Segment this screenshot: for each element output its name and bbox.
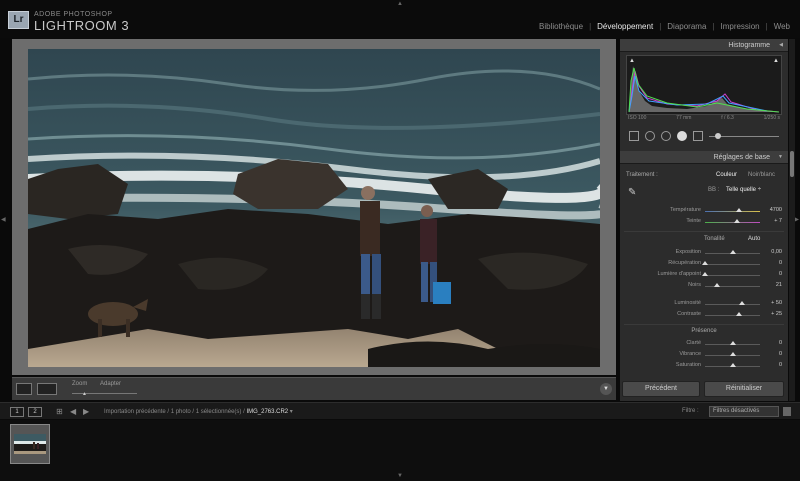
right-panel: Histogramme ◀ ▲ ▲ ISO 100 77 mm f / 6.3 … xyxy=(620,39,788,401)
slider-brightness[interactable]: Luminosité + 50 xyxy=(620,299,788,309)
white-balance-label: BB : xyxy=(708,187,720,193)
histogram-header[interactable]: Histogramme ◀ xyxy=(620,39,788,52)
zoom-slider-knob-icon[interactable]: ▲ xyxy=(82,391,87,397)
bottom-panel-toggle-icon[interactable]: ▼ xyxy=(397,473,403,479)
expand-triangle-icon: ▼ xyxy=(778,154,783,160)
thumbnail-image xyxy=(14,434,46,454)
collapse-triangle-icon: ◀ xyxy=(779,42,783,48)
before-after-view-button[interactable] xyxy=(37,383,57,395)
second-window-button[interactable]: 2 xyxy=(28,407,42,417)
treatment-bw-option[interactable]: Noir/blanc xyxy=(748,172,775,178)
reset-button[interactable]: Réinitialiser xyxy=(704,381,784,397)
module-slideshow[interactable]: Diaporama xyxy=(665,22,708,31)
tool-slider[interactable] xyxy=(709,132,779,139)
top-bar: ▲ Lr ADOBE PHOTOSHOP LIGHTROOM 3 Bibliot… xyxy=(0,0,800,38)
filmstrip-thumbnail[interactable] xyxy=(10,424,50,464)
lock-icon[interactable] xyxy=(783,407,791,416)
main-window-button[interactable]: 1 xyxy=(10,407,24,417)
crop-tool-icon[interactable] xyxy=(629,131,639,141)
left-panel-toggle-icon[interactable]: ◀ xyxy=(1,216,6,223)
scrollbar-thumb[interactable] xyxy=(790,151,794,177)
lightroom-logo: Lr xyxy=(8,11,29,29)
filename: IMG_2763.CR2 xyxy=(246,409,289,415)
previous-button[interactable]: Précédent xyxy=(622,381,700,397)
red-eye-tool-icon[interactable] xyxy=(661,131,671,141)
module-picker: Bibliothèque | Développement | Diaporama… xyxy=(537,22,792,31)
slider-fill-light[interactable]: Lumière d'appoint 0 xyxy=(620,270,788,280)
treatment-color-option[interactable]: Couleur xyxy=(716,172,737,178)
shadow-clipping-icon[interactable]: ▲ xyxy=(629,58,635,64)
slider-exposure[interactable]: Exposition 0,00 xyxy=(620,248,788,258)
slider-vibrance[interactable]: Vibrance 0 xyxy=(620,350,788,360)
module-library[interactable]: Bibliothèque xyxy=(537,22,585,31)
brand-small: ADOBE PHOTOSHOP xyxy=(34,11,113,18)
slider-clarity[interactable]: Clarté 0 xyxy=(620,339,788,349)
forward-arrow-icon[interactable]: ▶ xyxy=(83,407,89,416)
filmstrip-bar: 1 2 ⊞ ◀ ▶ Importation précédente / 1 pho… xyxy=(0,402,800,419)
slider-temperature[interactable]: Température 4700 xyxy=(620,206,788,216)
breadcrumb[interactable]: Importation précédente / 1 photo / 1 sél… xyxy=(104,408,293,415)
filter-select[interactable]: Filtres désactivés xyxy=(709,406,779,417)
toolbar-menu-icon[interactable]: ▼ xyxy=(600,383,612,395)
module-develop[interactable]: Développement xyxy=(595,22,655,31)
zoom-label: Zoom xyxy=(72,381,88,387)
slider-recovery[interactable]: Récupération 0 xyxy=(620,259,788,269)
spot-removal-tool-icon[interactable] xyxy=(645,131,655,141)
right-panel-toggle-icon[interactable]: ▶ xyxy=(794,216,799,223)
filter-label: Filtre : xyxy=(682,408,699,414)
photo-preview xyxy=(28,49,600,367)
brand-title: LIGHTROOM 3 xyxy=(34,18,130,33)
tone-section-label: Tonalité xyxy=(704,236,725,242)
auto-tone-button[interactable]: Auto xyxy=(748,236,760,242)
histogram: ▲ ▲ xyxy=(626,55,782,115)
right-panel-scrollbar[interactable] xyxy=(789,39,795,401)
white-balance-select[interactable]: Telle quelle ÷ xyxy=(726,187,761,193)
slider-saturation[interactable]: Saturation 0 xyxy=(620,361,788,371)
white-balance-eyedropper-icon[interactable]: ✎ xyxy=(628,187,636,198)
zoom-fit-value[interactable]: Adapter xyxy=(100,381,121,387)
slider-blacks[interactable]: Noirs 21 xyxy=(620,281,788,291)
filmstrip xyxy=(0,420,800,481)
back-arrow-icon[interactable]: ◀ xyxy=(70,407,76,416)
treatment-label: Traitement : xyxy=(626,172,658,178)
exif-info: ISO 100 77 mm f / 6.3 1/250 s xyxy=(628,115,780,121)
top-panel-toggle-icon[interactable]: ▲ xyxy=(397,1,403,7)
image-toolbar: Zoom Adapter ▲ ▼ xyxy=(12,377,616,400)
highlight-clipping-icon[interactable]: ▲ xyxy=(773,58,779,64)
loupe-view-button[interactable] xyxy=(16,383,32,395)
tool-strip xyxy=(626,128,782,144)
module-print[interactable]: Impression xyxy=(718,22,761,31)
slider-tint[interactable]: Teinte + 7 xyxy=(620,217,788,227)
grid-view-icon[interactable]: ⊞ xyxy=(56,407,63,416)
image-canvas xyxy=(12,39,616,375)
basic-panel-header[interactable]: Réglages de base ▼ xyxy=(620,151,788,164)
presence-section-label: Présence xyxy=(691,328,717,334)
adjustment-brush-tool-icon[interactable] xyxy=(693,131,703,141)
module-web[interactable]: Web xyxy=(772,22,792,31)
graduated-filter-tool-icon[interactable] xyxy=(677,131,687,141)
slider-contrast[interactable]: Contraste + 25 xyxy=(620,310,788,320)
